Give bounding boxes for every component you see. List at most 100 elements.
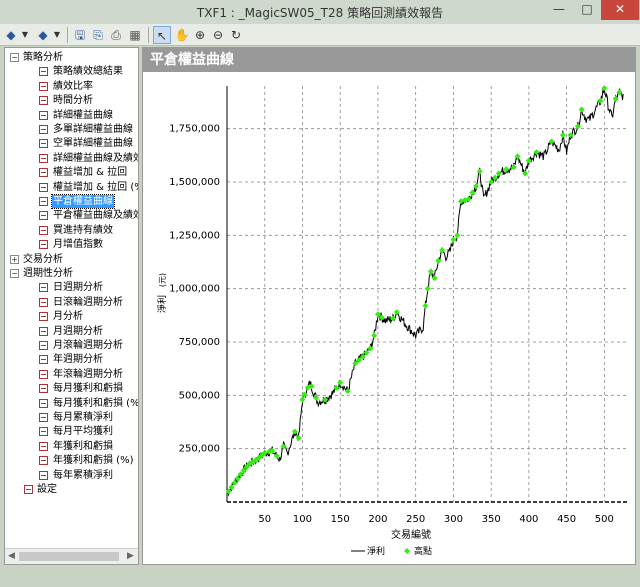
- x-tick-label: 350: [482, 514, 501, 525]
- tree-item[interactable]: 日週期分析: [5, 281, 138, 294]
- tree-item[interactable]: 空單詳細權益曲線: [5, 137, 138, 150]
- collapse-icon[interactable]: −: [10, 53, 19, 62]
- horizontal-scrollbar[interactable]: ◀ ▶: [5, 548, 138, 564]
- tree-item-label: 週期性分析: [23, 268, 73, 279]
- tree-item-label: 平倉權益曲線及績效: [53, 210, 139, 222]
- tree-item[interactable]: 月增值指數: [5, 238, 138, 251]
- export-icon[interactable]: ⎘: [90, 26, 106, 44]
- report-icon: [39, 240, 48, 250]
- forward-dropdown-icon[interactable]: ▼: [52, 26, 62, 44]
- tree-item[interactable]: 詳細權益曲線: [5, 109, 138, 122]
- pointer-icon[interactable]: ↖: [153, 26, 171, 44]
- close-button[interactable]: ✕: [601, 0, 639, 20]
- forward-icon[interactable]: ◆: [36, 26, 50, 44]
- report-icon: [39, 369, 48, 379]
- tree-item[interactable]: 權益增加 & 拉回 (%): [5, 181, 139, 194]
- peak-marker: [454, 232, 461, 239]
- tree-item[interactable]: 策略績效總結果: [5, 65, 138, 78]
- y-axis-label: 淨利: [156, 295, 168, 313]
- tree-item[interactable]: 每月累積淨利: [5, 411, 138, 424]
- zoom-in-icon[interactable]: ⊕: [192, 26, 208, 44]
- peak-marker: [476, 168, 483, 175]
- collapse-icon[interactable]: −: [10, 269, 19, 278]
- tree-item[interactable]: 年獲利和虧損: [5, 440, 138, 453]
- refresh-icon[interactable]: ↻: [228, 26, 244, 44]
- expand-icon[interactable]: +: [10, 254, 19, 264]
- table-icon[interactable]: ▦: [127, 26, 143, 44]
- report-icon: [39, 67, 48, 77]
- legend-peak: 高點: [414, 545, 432, 557]
- save-icon[interactable]: 🖫: [72, 26, 88, 44]
- tree-item[interactable]: 年滾輪週期分析: [5, 368, 138, 381]
- report-icon: [39, 384, 48, 394]
- scrollbar-thumb[interactable]: [19, 552, 119, 561]
- y-tick-label: 1,500,000: [169, 177, 220, 188]
- peak-marker: [450, 236, 457, 243]
- tree-item[interactable]: 月週期分析: [5, 325, 138, 338]
- report-icon: [39, 355, 48, 365]
- tree-item[interactable]: − 策略分析: [5, 51, 138, 64]
- back-dropdown-icon[interactable]: ▼: [20, 26, 30, 44]
- tree-item[interactable]: + 交易分析: [5, 253, 138, 266]
- report-icon: [39, 413, 48, 422]
- scroll-right-icon[interactable]: ▶: [127, 551, 134, 561]
- tree-item[interactable]: 權益增加 & 拉回: [5, 166, 138, 179]
- tree-item[interactable]: 平倉權益曲線: [5, 194, 138, 209]
- tree-item-label: 權益增加 & 拉回 (%): [53, 181, 139, 193]
- report-icon: [39, 427, 48, 437]
- tree-item[interactable]: 每月獲利和虧損 (%): [5, 397, 138, 410]
- zoom-out-icon[interactable]: ⊖: [210, 26, 226, 44]
- tree-item[interactable]: 買進持有績效: [5, 224, 138, 237]
- tree-item[interactable]: 設定: [5, 483, 138, 496]
- x-tick-label: 450: [557, 514, 576, 525]
- tree-item[interactable]: 平倉權益曲線及績效: [5, 209, 139, 222]
- back-icon[interactable]: ◆: [4, 26, 18, 44]
- tree-item-label: 年週期分析: [53, 354, 103, 366]
- report-icon: [24, 485, 33, 494]
- tree-item[interactable]: 月分析: [5, 310, 138, 323]
- tree-item[interactable]: 月滾輪週期分析: [5, 339, 138, 352]
- peak-marker: [295, 435, 302, 441]
- tree-item[interactable]: 時間分析: [5, 94, 138, 107]
- print-icon[interactable]: ⎙: [108, 26, 124, 44]
- tree-item-label: 月滾輪週期分析: [53, 340, 123, 351]
- peak-marker: [299, 396, 306, 403]
- tree-item-label: 權益增加 & 拉回: [53, 167, 128, 179]
- tree-item[interactable]: 年獲利和虧損 (%): [5, 454, 138, 467]
- status-bar: [0, 567, 640, 587]
- tree-item[interactable]: 績效比率: [5, 80, 138, 93]
- report-icon: [39, 153, 48, 163]
- report-icon: [39, 211, 48, 221]
- tree-item-label: 多單詳細權益曲線: [53, 124, 133, 135]
- tree-item[interactable]: 年週期分析: [5, 353, 138, 366]
- x-tick-label: 300: [444, 514, 463, 525]
- y-tick-label: 1,000,000: [169, 284, 220, 295]
- peak-marker: [601, 85, 608, 92]
- report-icon: [39, 456, 48, 466]
- peak-marker: [578, 106, 585, 113]
- peak-marker: [439, 247, 446, 254]
- tree-item-label: 月增值指數: [53, 239, 103, 251]
- tree-item[interactable]: 詳細權益曲線及績效: [5, 152, 139, 165]
- minimize-button[interactable]: —: [546, 0, 572, 20]
- hand-icon[interactable]: ✋: [174, 26, 190, 44]
- tree-item[interactable]: 每年累積淨利: [5, 469, 138, 482]
- scroll-left-icon[interactable]: ◀: [8, 551, 15, 561]
- report-icon: [39, 139, 48, 149]
- report-tree: − 策略分析 策略績效總結果 績效比率 時間分析詳細權益曲線多單詳細權益曲線 空單詳細權益…: [5, 48, 139, 548]
- tree-item[interactable]: 日滾輪週期分析: [5, 296, 138, 309]
- tree-item-label: 空單詳細權益曲線: [53, 138, 133, 150]
- tree-item-label: 每年累積淨利: [53, 469, 113, 481]
- x-tick-label: 50: [258, 514, 271, 525]
- maximize-button[interactable]: □: [574, 0, 600, 20]
- tree-item-label: 詳細權益曲線及績效: [53, 152, 139, 164]
- tree-item[interactable]: 每月平均獲利: [5, 425, 138, 438]
- equity-chart: 250,000 500,000 750,000 1,000,000 1,250,000 1…: [156, 85, 627, 557]
- tree-item[interactable]: 每月獲利和虧損: [5, 382, 138, 395]
- window-title: TXF1 : _MagicSW05_T28 策略回測績效報告: [196, 6, 444, 20]
- report-icon: [39, 283, 48, 293]
- x-tick-label: 200: [368, 514, 387, 525]
- x-tick-label: 100: [293, 514, 312, 525]
- tree-item[interactable]: 多單詳細權益曲線: [5, 123, 138, 136]
- tree-item[interactable]: − 週期性分析: [5, 267, 138, 280]
